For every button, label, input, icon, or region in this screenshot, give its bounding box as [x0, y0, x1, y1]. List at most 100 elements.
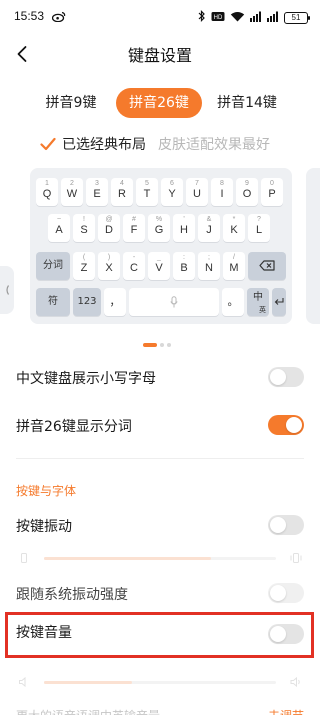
bracket-icon — [6, 285, 10, 295]
enter-icon — [274, 297, 284, 305]
setting-show-lowercase-label: 中文键盘展示小写字母 — [16, 371, 156, 387]
slider-track — [44, 681, 276, 684]
section-divider — [16, 458, 304, 459]
follow-system-vibration-toggle[interactable] — [268, 583, 304, 603]
key-e: 3E — [86, 178, 108, 206]
toggle-knob — [270, 369, 286, 385]
key-period: 。 — [222, 288, 244, 316]
skin-hint: 皮肤适配效果最好 — [158, 137, 270, 153]
vibration-strength-slider[interactable] — [16, 548, 304, 568]
key-k: * K — [223, 214, 245, 242]
key-b: :B — [173, 252, 195, 280]
carousel-indicator — [143, 342, 171, 348]
key-vibration-toggle[interactable] — [268, 515, 304, 535]
key-u: 7U — [186, 178, 208, 206]
selected-layout-label: 已选经典布局 — [62, 137, 146, 153]
layout-tabs: 拼音9键 拼音26键 拼音14键 — [0, 88, 320, 118]
key-comma: ， — [104, 288, 126, 316]
status-time: 15:53 — [14, 9, 45, 23]
key-z: (Z — [73, 252, 95, 280]
key-a: ~ A — [48, 214, 70, 242]
key-x: ) X — [98, 252, 120, 280]
tab-pinyin-14[interactable]: 拼音14键 — [212, 88, 282, 118]
signal-icon-2 — [267, 11, 279, 25]
key-space — [129, 288, 219, 316]
svg-text:HD: HD — [214, 15, 223, 21]
hd-network-icon: HD — [211, 11, 225, 25]
key-volume-slider[interactable] — [16, 672, 304, 692]
highlight-box — [5, 612, 314, 658]
vibration-low-icon — [21, 553, 27, 563]
toggle-knob — [286, 417, 302, 433]
bottom-partial-setting: 更大的语音语调中英输音量 — [16, 707, 160, 715]
status-bar: 15:53 HD 51 — [0, 0, 320, 32]
wifi-icon — [230, 11, 245, 25]
show-segment-toggle[interactable] — [268, 415, 304, 435]
indicator-dot — [167, 343, 171, 347]
key-delete — [248, 252, 286, 280]
setting-show-segment: 拼音26键显示分词 — [0, 406, 320, 446]
setting-show-segment-label: 拼音26键显示分词 — [16, 419, 132, 435]
key-r: 4R — [111, 178, 133, 206]
language-main-label: 中 — [253, 292, 263, 303]
setting-key-vibration-label: 按键振动 — [16, 519, 72, 535]
indicator-dot-active — [143, 343, 157, 347]
weibo-icon — [51, 11, 66, 22]
key-d: @ D — [98, 214, 120, 242]
tab-pinyin-9[interactable]: 拼音9键 — [38, 88, 104, 118]
key-g: % G — [148, 214, 170, 242]
check-icon — [40, 137, 56, 151]
vibration-high-icon — [290, 553, 302, 563]
keyboard-settings-screen: 15:53 HD 51 键盘设置 拼音9键 拼音26键 拼音14键 已选经典布局… — [0, 0, 320, 715]
slider-fill — [44, 681, 133, 684]
key-h: ' H — [173, 214, 195, 242]
toggle-knob — [270, 517, 286, 533]
volume-high-icon — [290, 676, 300, 688]
key-v: _ V — [148, 252, 170, 280]
tab-pinyin-26[interactable]: 拼音26键 — [116, 88, 202, 118]
setting-follow-system-vibration-label: 跟随系统振动强度 — [16, 587, 128, 603]
key-n: ; N — [198, 252, 220, 280]
key-o: 9O — [236, 178, 258, 206]
setting-key-vibration: 按键振动 — [0, 506, 320, 546]
key-q: 1Q — [36, 178, 58, 206]
slider-track — [44, 557, 276, 560]
bottom-partial-link[interactable]: 去调节 — [268, 707, 304, 715]
key-l: ? L — [248, 214, 270, 242]
keyboard-preview[interactable]: 1Q 2W 3E 4R 5T 6Y 7U 8I 9O 0P ~ A ! S @ D #… — [30, 168, 292, 324]
setting-follow-system-vibration: 跟随系统振动强度 — [0, 574, 320, 614]
volume-low-icon — [19, 676, 26, 688]
microphone-icon — [170, 296, 178, 308]
key-t: 5T — [136, 178, 158, 206]
layout-selection: 已选经典布局 皮肤适配效果最好 — [40, 134, 270, 154]
next-layout-peek[interactable] — [306, 168, 320, 324]
setting-show-lowercase: 中文键盘展示小写字母 — [0, 358, 320, 398]
key-s: ! S — [73, 214, 95, 242]
key-f: # F — [123, 214, 145, 242]
key-m: / M — [223, 252, 245, 280]
key-c: -C — [123, 252, 145, 280]
key-language-switch: 中英 — [247, 288, 269, 316]
slider-fill — [44, 557, 212, 560]
key-w: 2W — [61, 178, 83, 206]
previous-layout-peek[interactable] — [0, 266, 14, 314]
toggle-knob — [270, 585, 286, 601]
backspace-icon — [259, 259, 275, 271]
bluetooth-icon — [198, 10, 206, 25]
header: 键盘设置 — [0, 38, 320, 72]
key-segment: 分词 — [36, 252, 70, 280]
indicator-dot — [160, 343, 164, 347]
section-keys-font: 按键与字体 — [16, 484, 77, 498]
language-sub-label: 英 — [259, 306, 266, 314]
signal-icon-1 — [250, 11, 262, 25]
key-123: 123 — [73, 288, 101, 316]
key-j: & J — [198, 214, 220, 242]
battery-icon: 51 — [284, 11, 310, 24]
key-symbol: 符 — [36, 288, 70, 316]
key-p: 0P — [261, 178, 283, 206]
key-enter — [272, 288, 286, 316]
show-lowercase-toggle[interactable] — [268, 367, 304, 387]
key-y: 6Y — [161, 178, 183, 206]
key-i: 8I — [211, 178, 233, 206]
status-icons: HD 51 — [198, 10, 310, 25]
